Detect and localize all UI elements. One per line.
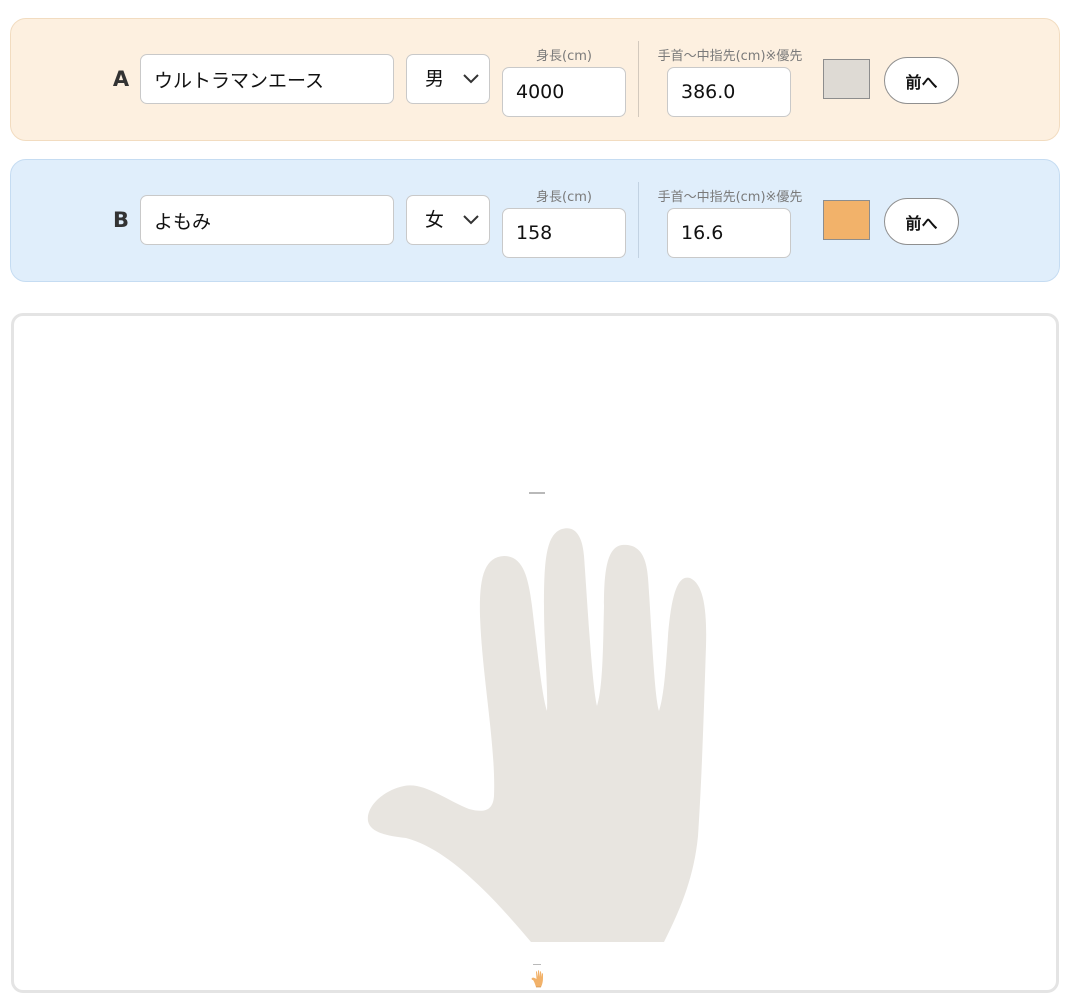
field-divider — [638, 41, 639, 117]
person-a-front-button[interactable]: 前へ — [884, 57, 959, 104]
person-b-sex-value: 女 — [425, 209, 445, 231]
person-a-label: A — [112, 67, 130, 91]
person-b-panel: B 女 身長(cm) 手首〜中指先(cm)※優先 前へ — [10, 159, 1060, 282]
hand-comparison-canvas — [11, 313, 1059, 993]
hand-length-caption: 手首〜中指先(cm)※優先 — [657, 49, 803, 64]
height-caption: 身長(cm) — [536, 49, 592, 64]
height-caption: 身長(cm) — [536, 190, 592, 205]
person-a-height-input[interactable] — [502, 67, 626, 117]
person-b-hand-length-input[interactable] — [667, 208, 791, 258]
person-b-color-swatch[interactable] — [823, 200, 870, 240]
person-a-name-input[interactable] — [140, 54, 394, 104]
person-b-name-input[interactable] — [140, 195, 394, 245]
chevron-down-icon — [463, 215, 479, 225]
person-a-panel: A 男 身長(cm) 手首〜中指先(cm)※優先 前へ — [10, 18, 1060, 141]
hand-drawing — [367, 528, 707, 942]
chevron-down-icon — [463, 74, 479, 84]
person-b-front-button[interactable]: 前へ — [884, 198, 959, 245]
hand-icon — [531, 970, 543, 988]
small-hand-shape — [531, 970, 543, 987]
large-hand-shape — [367, 528, 707, 942]
person-b-label: B — [112, 208, 129, 232]
person-b-sex-select[interactable]: 女 — [406, 195, 490, 245]
hand-length-caption: 手首〜中指先(cm)※優先 — [657, 190, 803, 205]
small-hand-top-tick — [533, 964, 541, 965]
field-divider — [638, 182, 639, 258]
person-a-sex-value: 男 — [425, 68, 445, 90]
person-b-height-input[interactable] — [502, 208, 626, 258]
person-a-hand-length-input[interactable] — [667, 67, 791, 117]
person-a-color-swatch[interactable] — [823, 59, 870, 99]
person-a-sex-select[interactable]: 男 — [406, 54, 490, 104]
